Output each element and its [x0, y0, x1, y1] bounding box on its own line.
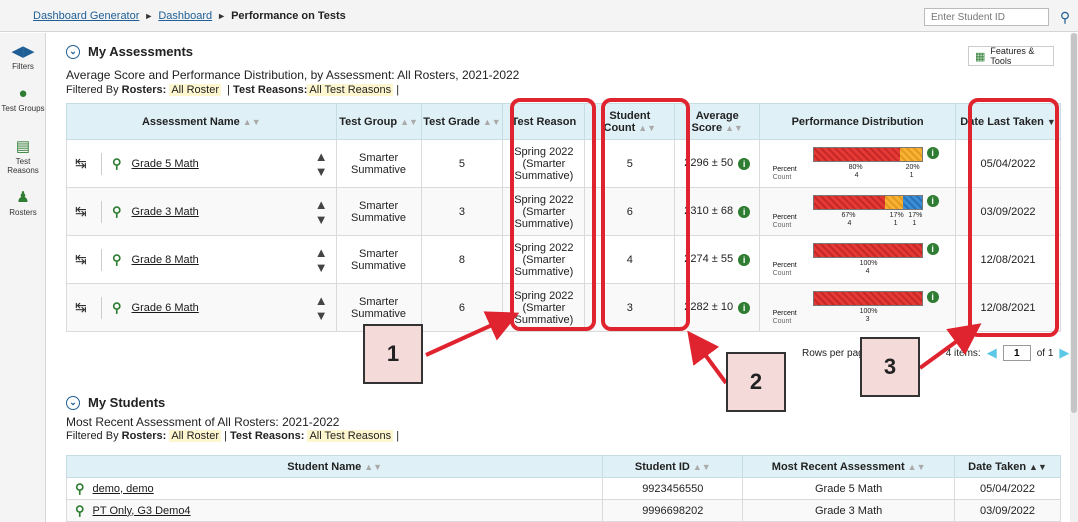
callout-arrow-2 — [687, 330, 728, 385]
callout-arrow-1 — [425, 311, 520, 357]
callout-arrow-3 — [918, 323, 982, 370]
callout-3: 3 — [860, 337, 920, 397]
callout-arrows — [425, 311, 982, 385]
callout-1: 1 — [363, 324, 423, 384]
callout-2: 2 — [726, 352, 786, 412]
